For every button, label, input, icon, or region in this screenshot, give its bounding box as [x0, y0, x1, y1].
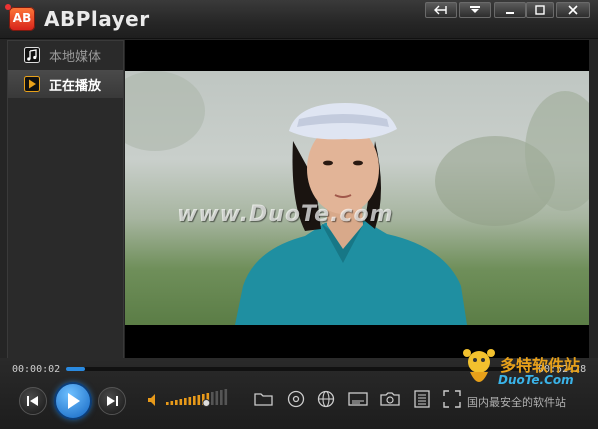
video-display[interactable]: www.DuoTe.com — [125, 40, 589, 358]
volume-slider[interactable] — [166, 389, 230, 407]
volume-bar — [188, 397, 192, 405]
seek-bar-fill — [66, 367, 85, 371]
fullscreen-icon[interactable] — [442, 389, 462, 409]
sidebar: 本地媒体 正在播放 — [7, 40, 124, 360]
mascot-icon — [463, 349, 495, 382]
volume-bar — [179, 399, 183, 405]
snapshot-icon[interactable] — [380, 389, 400, 409]
volume-bar — [175, 400, 178, 405]
volume-bar — [211, 392, 214, 405]
menu-dropdown-button[interactable] — [459, 2, 491, 18]
disc-icon[interactable] — [286, 389, 306, 409]
volume-bar — [170, 401, 174, 405]
volume-bar — [193, 396, 196, 405]
maximize-button[interactable] — [526, 2, 554, 18]
volume-knob[interactable] — [202, 399, 211, 407]
play-button[interactable] — [54, 382, 92, 420]
sidebar-item-label: 正在播放 — [49, 78, 102, 94]
volume-bar — [220, 390, 223, 405]
play-icon — [68, 393, 80, 409]
compact-mode-button[interactable] — [425, 2, 457, 18]
brand-domain: DuoTe.Com — [498, 373, 574, 387]
subtitle-icon[interactable] — [348, 389, 368, 409]
minimize-icon — [506, 12, 514, 14]
video-scene-image — [125, 71, 589, 325]
volume-bar — [184, 398, 187, 405]
abplayer-window: AB ABPlayer 本地媒体 正在播放 www.DuoTe.com 00:0… — [0, 0, 598, 429]
music-note-icon — [24, 47, 40, 63]
next-button[interactable] — [98, 387, 126, 415]
site-brand-watermark: 多特软件站 DuoTe.Com 国内最安全的软件站 — [462, 346, 596, 422]
watermark-text: www.DuoTe.com — [177, 202, 394, 227]
dropdown-icon — [470, 6, 480, 13]
volume-bar — [197, 395, 201, 405]
volume-bar — [215, 391, 219, 405]
sidebar-item-local-media[interactable]: 本地媒体 — [8, 41, 123, 69]
playlist-icon[interactable] — [412, 389, 432, 409]
speaker-icon[interactable] — [146, 392, 162, 408]
minimize-button[interactable] — [494, 2, 526, 18]
app-logo-icon: AB — [5, 4, 35, 31]
sidebar-item-label: 本地媒体 — [49, 49, 102, 65]
close-icon — [568, 5, 578, 15]
video-frame: www.DuoTe.com — [125, 71, 589, 325]
close-button[interactable] — [556, 2, 590, 18]
previous-button[interactable] — [19, 387, 47, 415]
open-folder-icon[interactable] — [254, 389, 274, 409]
play-square-icon — [24, 76, 40, 92]
title-bar[interactable]: AB ABPlayer — [0, 0, 598, 39]
globe-icon[interactable] — [316, 389, 336, 409]
brand-slogan: 国内最安全的软件站 — [467, 396, 566, 409]
volume-bar — [166, 402, 169, 405]
maximize-icon — [535, 5, 545, 15]
elapsed-time: 00:00:02 — [12, 364, 61, 375]
volume-bar — [224, 389, 228, 405]
app-title: ABPlayer — [44, 7, 150, 31]
sidebar-item-now-playing[interactable]: 正在播放 — [8, 70, 123, 98]
previous-icon — [27, 396, 38, 406]
next-icon — [107, 396, 118, 406]
compact-mode-icon — [434, 5, 447, 15]
